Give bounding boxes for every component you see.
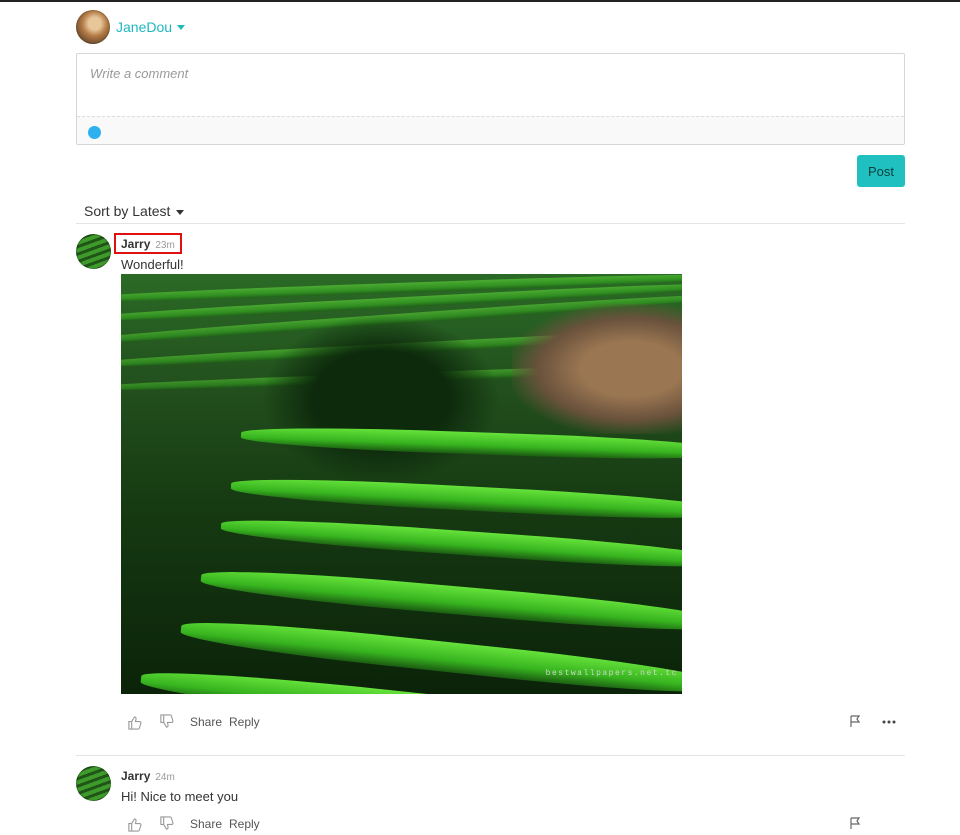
- image-watermark: bestwallpapers.net.tc: [545, 669, 678, 678]
- comment-actions: Share Reply: [121, 815, 905, 835]
- share-button[interactable]: Share: [190, 715, 222, 729]
- caret-down-icon[interactable]: [177, 24, 186, 30]
- composer-toolbar: [77, 116, 904, 144]
- like-icon[interactable]: [127, 817, 142, 832]
- comment-text: Wonderful!: [121, 257, 184, 272]
- flag-icon[interactable]: [849, 715, 861, 728]
- comment-time: 24m: [155, 772, 175, 783]
- emoji-dot-icon[interactable]: [88, 126, 101, 139]
- comment-composer: [76, 53, 905, 145]
- reply-button[interactable]: Reply: [229, 817, 260, 831]
- divider: [76, 223, 905, 224]
- user-selector[interactable]: JaneDou: [76, 9, 186, 45]
- comment-input[interactable]: [77, 54, 904, 115]
- caret-down-icon: [176, 209, 185, 215]
- like-icon[interactable]: [127, 715, 142, 730]
- commenter-avatar[interactable]: [76, 234, 111, 269]
- comment-image[interactable]: bestwallpapers.net.tc: [121, 274, 682, 694]
- comment-time: 23m: [155, 240, 175, 251]
- divider: [76, 755, 905, 756]
- flag-icon[interactable]: [849, 817, 861, 830]
- comment-author[interactable]: Jarry 23m: [121, 237, 175, 251]
- sort-dropdown[interactable]: Sort by Latest: [84, 203, 185, 219]
- commenter-avatar[interactable]: [76, 766, 111, 801]
- reply-button[interactable]: Reply: [229, 715, 260, 729]
- more-icon[interactable]: [882, 720, 896, 724]
- sort-label: Sort by Latest: [84, 203, 171, 219]
- dislike-icon[interactable]: [159, 714, 174, 729]
- comment-text: Hi! Nice to meet you: [121, 789, 239, 804]
- comment-author[interactable]: Jarry 24m: [121, 769, 175, 783]
- author-name[interactable]: Jarry: [121, 237, 150, 251]
- user-name[interactable]: JaneDou: [116, 19, 172, 35]
- author-name[interactable]: Jarry: [121, 769, 150, 783]
- comment-actions: Share Reply: [121, 713, 905, 733]
- share-button[interactable]: Share: [190, 817, 222, 831]
- user-avatar: [76, 10, 110, 44]
- post-button[interactable]: Post: [857, 155, 905, 187]
- dislike-icon[interactable]: [159, 816, 174, 831]
